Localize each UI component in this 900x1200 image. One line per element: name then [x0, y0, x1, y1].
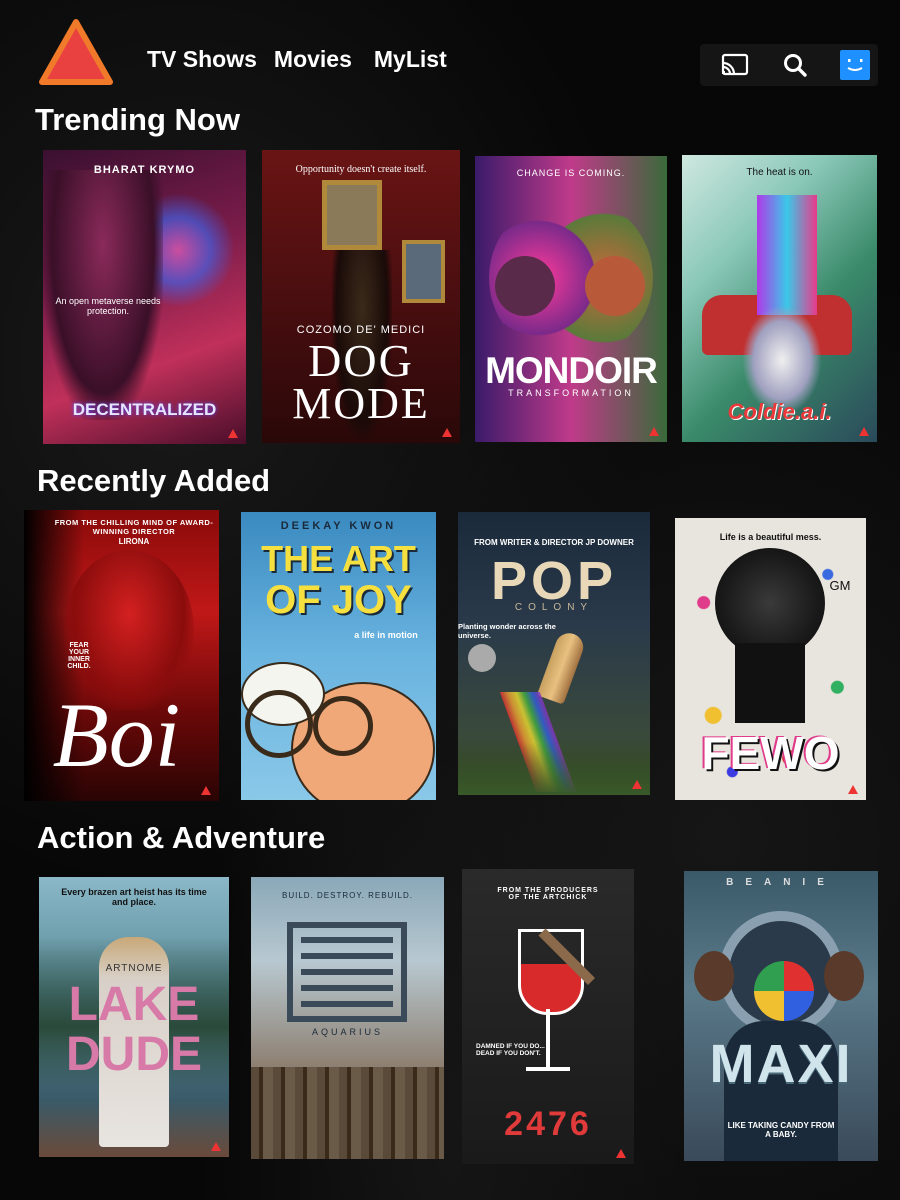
poster-fewo[interactable]: Life is a beautiful mess. GM FEWO [675, 518, 866, 800]
poster-tagline: DAMNED IF YOU DO... DEAD IF YOU DON'T. [476, 1043, 545, 1057]
logo-mark-icon [228, 429, 238, 438]
poster-title: Coldie.a.i. [727, 399, 832, 424]
poster-2476[interactable]: FROM THE PRODUCERS OF THE ARTCHICK DAMNE… [462, 869, 634, 1164]
logo-mark-icon [632, 780, 642, 789]
poster-dog-mode[interactable]: Opportunity doesn't create itself. COZOM… [262, 150, 460, 443]
poster-art-of-joy[interactable]: DEEKAY KWON THE ART OF JOY a life in mot… [241, 512, 436, 800]
poster-title: FEWO [701, 727, 840, 779]
logo-mark-icon [211, 1142, 221, 1151]
poster-tagline: BUILD. DESTROY. REBUILD. [282, 891, 413, 900]
poster-credit: FROM THE PRODUCERS OF THE ARTCHICK [497, 887, 599, 901]
poster-aquarius[interactable]: BUILD. DESTROY. REBUILD. AQUARIUS [251, 877, 444, 1159]
poster-credit: BHARAT KRYMO [93, 164, 196, 176]
poster-credit: DEEKAY KWON [280, 520, 397, 532]
poster-title: MAXI [709, 1034, 853, 1094]
poster-tagline: Every brazen art heist has its time and … [61, 887, 207, 907]
nav-mylist[interactable]: MyList [374, 46, 447, 73]
poster-subtitle: COLONY [514, 602, 594, 613]
poster-director: LIRONA [118, 537, 150, 546]
poster-tagline: Opportunity doesn't create itself. [295, 164, 427, 175]
poster-title: AQUARIUS [311, 1027, 383, 1037]
poster-corner-text: GM [829, 578, 851, 593]
poster-coldie[interactable]: The heat is on. Coldie.a.i. [682, 155, 877, 442]
poster-tagline: Planting wonder across the universe. [458, 622, 556, 640]
cast-button[interactable] [720, 51, 750, 79]
section-title-action: Action & Adventure [37, 820, 326, 855]
logo-mark-icon [442, 428, 452, 437]
poster-title-line1: THE ART [261, 538, 416, 579]
nav-tv-shows[interactable]: TV Shows [147, 46, 257, 73]
poster-tagline: An open metaverse needs protection. [55, 296, 161, 316]
poster-boi[interactable]: FROM THE CHILLING MIND OF AWARD-WINNING … [24, 510, 219, 801]
poster-tagline: CHANGE IS COMING. [516, 168, 626, 178]
search-button[interactable] [780, 51, 810, 79]
poster-title: 2476 [504, 1105, 592, 1143]
logo-mark-icon [201, 786, 211, 795]
poster-credit: FROM WRITER & DIRECTOR JP DOWNER [474, 538, 634, 547]
poster-tagline: Life is a beautiful mess. [719, 532, 822, 542]
poster-tagline: FEAR YOUR INNER CHILD. [67, 642, 91, 670]
poster-tagline: The heat is on. [746, 167, 813, 178]
main-nav: TV Shows Movies MyList [147, 46, 447, 73]
app-logo[interactable] [38, 18, 114, 86]
toolbar [700, 44, 878, 86]
poster-maxi[interactable]: BEANIE MAXI LIKE TAKING CANDY FROM A BAB… [684, 871, 878, 1161]
poster-credit: FROM THE CHILLING MIND OF AWARD-WINNING … [54, 518, 214, 536]
cast-icon [721, 53, 749, 76]
nav-movies[interactable]: Movies [274, 46, 352, 73]
poster-title-line2: DUDE [65, 1028, 202, 1081]
logo-mark-icon [848, 785, 858, 794]
section-title-recent: Recently Added [37, 463, 271, 498]
poster-pop-colony[interactable]: FROM WRITER & DIRECTOR JP DOWNER POP COL… [458, 512, 650, 795]
search-icon [784, 54, 807, 77]
logo-mark-icon [616, 1149, 626, 1158]
poster-subtitle: TRANSFORMATION [508, 388, 634, 398]
poster-tagline: a life in motion [354, 630, 418, 640]
poster-mondoir[interactable]: CHANGE IS COMING. MONDOIR TRANSFORMATION [475, 156, 667, 442]
poster-title: DECENTRALIZED [72, 400, 217, 419]
poster-decentralized[interactable]: BHARAT KRYMO An open metaverse needs pro… [43, 150, 246, 444]
poster-title: MONDOIR [485, 350, 658, 391]
profile-button[interactable] [840, 50, 870, 80]
poster-tagline: LIKE TAKING CANDY FROM A BABY. [727, 1121, 835, 1139]
logo-mark-icon [859, 427, 869, 436]
poster-credit: ARTNOME [105, 963, 163, 974]
poster-title: Boi [52, 684, 181, 786]
profile-icon [840, 50, 870, 80]
poster-title-line2: OF JOY [265, 578, 412, 622]
poster-title-line2: MODE [292, 379, 430, 428]
section-title-trending: Trending Now [35, 102, 240, 137]
poster-title-line1: LAKE [68, 978, 200, 1031]
poster-credit: BEANIE [726, 877, 836, 888]
logo-mark-icon [649, 427, 659, 436]
poster-lake-dude[interactable]: Every brazen art heist has its time and … [39, 877, 229, 1157]
